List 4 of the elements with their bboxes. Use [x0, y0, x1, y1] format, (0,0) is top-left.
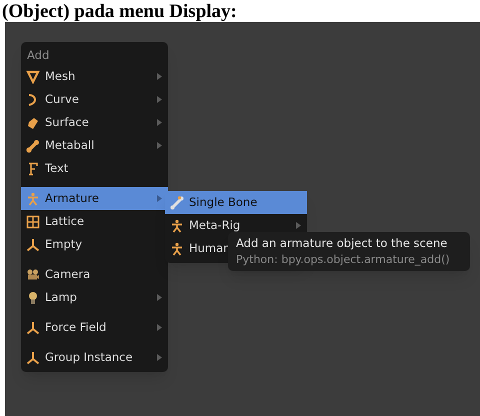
tooltip-python: Python: bpy.ops.object.armature_add(): [236, 252, 451, 268]
menu-title: Add: [26, 47, 50, 64]
tooltip-description: Add an armature object to the scene: [236, 235, 448, 252]
caption-text: (Object) pada menu Display:: [2, 2, 237, 22]
